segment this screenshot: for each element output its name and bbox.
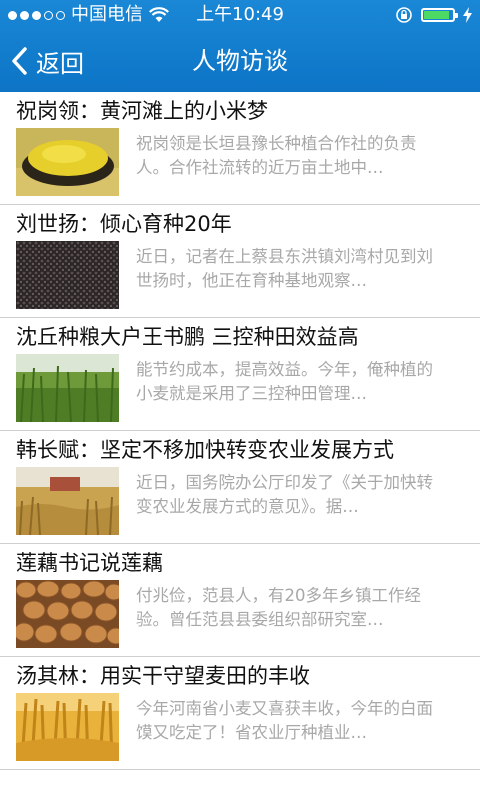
article-item[interactable]: 刘世扬：倾心育种20年 近日，记者在上蔡县东洪镇刘湾村见到刘世扬时，他正在育种基… bbox=[0, 205, 480, 318]
article-title: 汤其林：用实干守望麦田的丰收 bbox=[16, 664, 310, 688]
article-list: 祝岗领：黄河滩上的小米梦 祝岗领是长垣县豫长种植合作社的负责人。合作社流转的近万… bbox=[0, 92, 480, 770]
article-title: 祝岗领：黄河滩上的小米梦 bbox=[16, 99, 268, 123]
article-title: 韩长赋：坚定不移加快转变农业发展方式 bbox=[16, 438, 394, 462]
article-item[interactable]: 韩长赋：坚定不移加快转变农业发展方式 近日，国务院办公厅印发了《关于加快转变农业… bbox=[0, 431, 480, 544]
article-item[interactable]: 莲藕书记说莲藕 付兆俭，范县人，有20多年乡镇工作经验。曾任范县县委组织部研究室… bbox=[0, 544, 480, 657]
article-summary: 付兆俭，范县人，有20多年乡镇工作经验。曾任范县县委组织部研究室… bbox=[136, 586, 421, 629]
article-title: 刘世扬：倾心育种20年 bbox=[16, 212, 232, 236]
chevron-left-icon bbox=[12, 47, 27, 75]
article-summary: 能节约成本，提高效益。今年，俺种植的小麦就是采用了三控种田管理… bbox=[136, 360, 433, 403]
millet-bowl-image bbox=[16, 128, 119, 196]
article-item[interactable]: 沈丘种粮大户王书鹏 三控种田效益高 能节约成本，提高效益。今年，俺种植的小麦就是… bbox=[0, 318, 480, 431]
back-button[interactable]: 返回 bbox=[10, 30, 84, 92]
top-bar: 中国电信 上午10:49 返回 人物访谈 bbox=[0, 0, 480, 92]
seeds-image bbox=[16, 241, 119, 309]
charging-bolt-icon bbox=[463, 7, 472, 23]
golden-wheat-image bbox=[16, 693, 119, 761]
green-wheat-field-image bbox=[16, 354, 119, 422]
article-title: 沈丘种粮大户王书鹏 三控种田效益高 bbox=[16, 325, 359, 349]
article-title: 莲藕书记说莲藕 bbox=[16, 551, 163, 575]
navigation-bar: 返回 人物访谈 bbox=[0, 30, 480, 92]
article-item[interactable]: 祝岗领：黄河滩上的小米梦 祝岗领是长垣县豫长种植合作社的负责人。合作社流转的近万… bbox=[0, 92, 480, 205]
rotation-lock-icon bbox=[396, 7, 412, 23]
potatoes-image bbox=[16, 580, 119, 648]
status-bar: 中国电信 上午10:49 bbox=[0, 0, 480, 30]
status-right bbox=[395, 0, 472, 30]
article-summary: 近日，记者在上蔡县东洪镇刘湾村见到刘世扬时，他正在育种基地观察… bbox=[136, 247, 433, 290]
back-label: 返回 bbox=[36, 49, 84, 78]
article-summary: 今年河南省小麦又喜获丰收，今年的白面馍又吃定了！省农业厅种植业… bbox=[136, 699, 433, 742]
article-summary: 祝岗领是长垣县豫长种植合作社的负责人。合作社流转的近万亩土地中… bbox=[136, 134, 417, 177]
harvest-field-image bbox=[16, 467, 119, 535]
battery-icon bbox=[421, 8, 458, 22]
article-summary: 近日，国务院办公厅印发了《关于加快转变农业发展方式的意见》。据… bbox=[136, 473, 433, 516]
article-item[interactable]: 汤其林：用实干守望麦田的丰收 今年河南省小麦又喜获丰收，今年的白面馍又吃定了！省… bbox=[0, 657, 480, 770]
